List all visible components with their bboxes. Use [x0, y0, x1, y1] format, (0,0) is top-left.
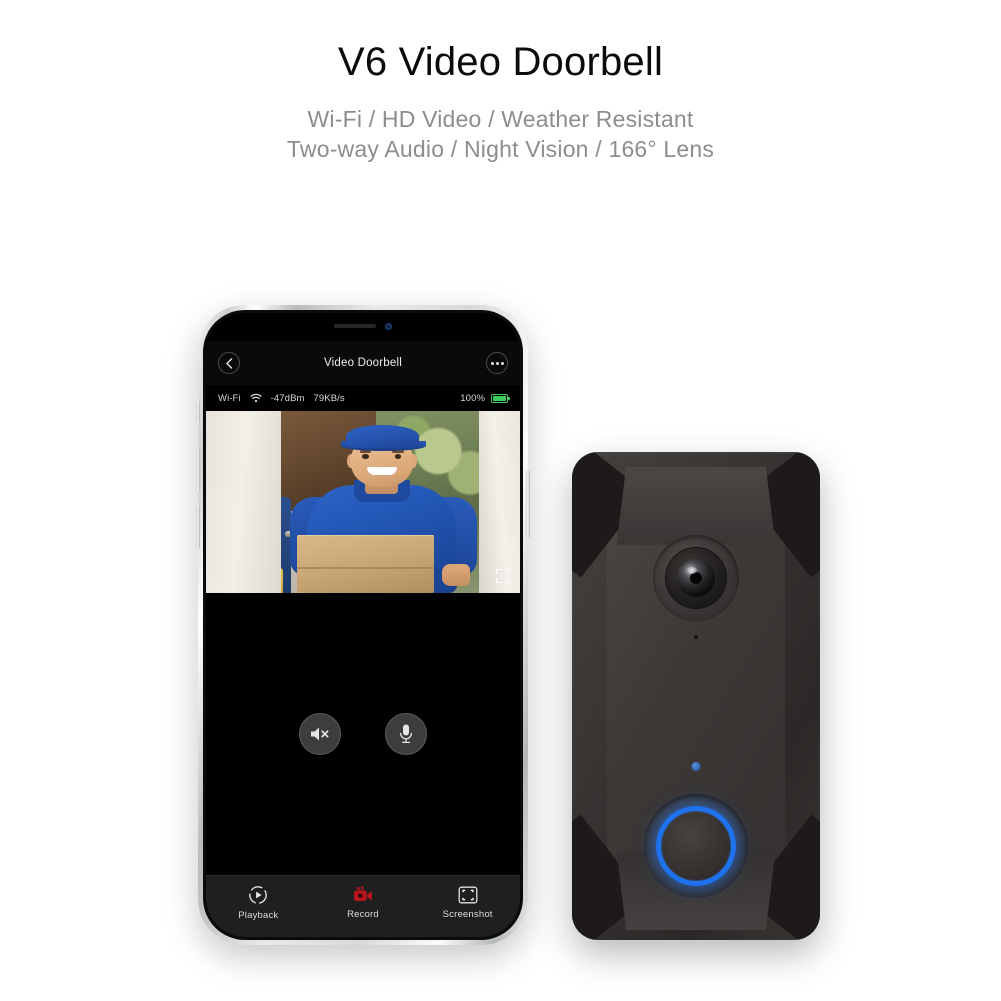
playback-button[interactable]: Playback [207, 885, 311, 921]
video-frame-image [206, 411, 520, 593]
network-label: Wi-Fi [218, 392, 241, 404]
app-bar-title: Video Doorbell [323, 357, 403, 369]
button-glow-ring [656, 805, 736, 886]
speaker-muted-icon [311, 727, 329, 741]
subtitle-line-1: Wi-Fi / HD Video / Weather Resistant [307, 106, 694, 132]
audio-controls [206, 593, 520, 875]
doorbell-device [572, 452, 820, 940]
product-page: V6 Video Doorbell Wi-Fi / HD Video / Wea… [0, 0, 1001, 1001]
bitrate-value: 79KB/s [313, 392, 345, 404]
microphone-pinhole [694, 635, 698, 639]
fullscreen-icon[interactable] [496, 569, 510, 583]
speaker-mute-button[interactable] [299, 713, 341, 755]
signal-strength-value: -47dBm [270, 392, 305, 404]
battery-percent-value: 100% [460, 392, 485, 404]
button-core [662, 811, 730, 880]
record-label: Record [347, 909, 379, 920]
status-led-indicator [691, 761, 701, 771]
earpiece-speaker-icon [334, 324, 376, 328]
page-title: V6 Video Doorbell [337, 40, 664, 84]
lens-ring [665, 546, 727, 609]
feature-subtitle: Wi-Fi / HD Video / Weather Resistant Two… [0, 104, 1001, 165]
wifi-signal-icon [250, 393, 262, 403]
connection-status-bar: Wi-Fi -47dBm 79KB/s 100% [206, 385, 520, 411]
app-bar: Video Doorbell [206, 341, 520, 385]
fisheye-camera-lens [653, 534, 739, 621]
phone-screen: Video Doorbell Wi-Fi -47dBm 79KB/s 100% … [206, 313, 520, 937]
subtitle-line-2: Two-way Audio / Night Vision / 166° Lens [286, 136, 715, 163]
top-plate [616, 466, 776, 545]
front-camera-icon [385, 322, 392, 330]
more-options-icon [490, 361, 504, 365]
power-button[interactable] [526, 470, 530, 538]
volume-down-button[interactable] [196, 505, 200, 549]
record-button[interactable]: Record [311, 885, 415, 920]
back-button[interactable] [218, 352, 240, 374]
lens-pupil [690, 571, 702, 584]
more-options-button[interactable] [486, 352, 508, 374]
playback-label: Playback [238, 909, 279, 921]
volume-up-button[interactable] [196, 447, 200, 491]
battery-charging-icon [491, 393, 510, 403]
playback-circle-icon [249, 885, 268, 904]
phone-notch [283, 313, 443, 339]
bottom-toolbar: Playback Record Screenshot [206, 875, 520, 937]
smartphone-mockup: Video Doorbell Wi-Fi -47dBm 79KB/s 100% … [196, 305, 530, 945]
lens-glass [677, 558, 715, 597]
delivery-person [290, 422, 477, 593]
header: V6 Video Doorbell Wi-Fi / HD Video / Wea… [0, 40, 1001, 165]
screenshot-frame-icon [458, 886, 478, 903]
phone-bezel: Video Doorbell Wi-Fi -47dBm 79KB/s 100% … [203, 310, 523, 940]
live-video-feed[interactable] [206, 411, 520, 593]
microphone-icon [399, 724, 413, 744]
chevron-left-icon [226, 357, 233, 369]
video-camera-record-icon [353, 886, 372, 901]
doorbell-ring-button[interactable] [644, 793, 748, 898]
microphone-button[interactable] [385, 713, 427, 755]
silent-switch[interactable] [196, 401, 200, 423]
screenshot-button[interactable]: Screenshot [416, 886, 520, 920]
screenshot-label: Screenshot [442, 908, 493, 920]
